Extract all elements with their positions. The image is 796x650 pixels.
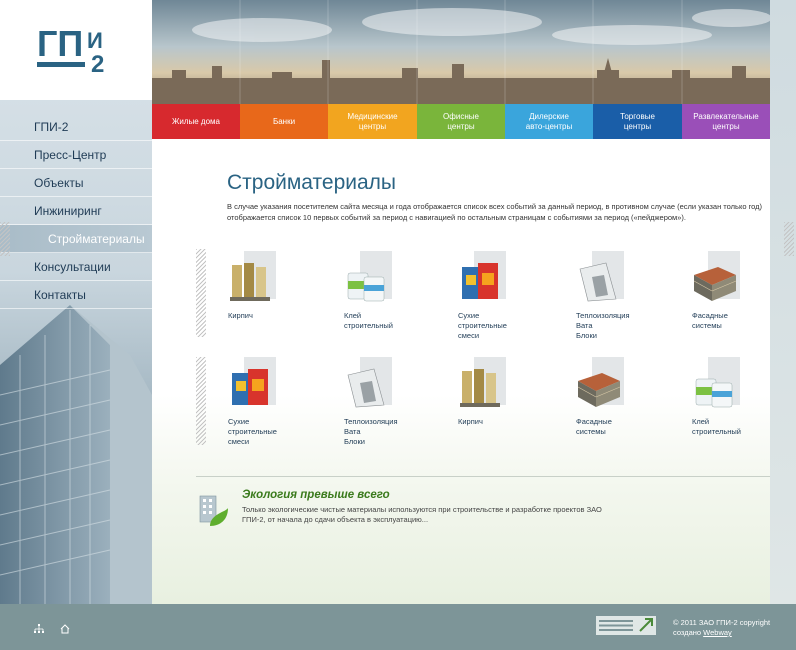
skyscraper-photo <box>0 305 152 604</box>
tab-residential[interactable]: Жилые дома <box>152 104 240 139</box>
product-name: Фасадные системы <box>692 311 728 330</box>
tab-shopping[interactable]: Торговые центры <box>593 104 682 139</box>
eco-text: Только экологические чистые материалы ис… <box>242 505 602 524</box>
intro-text: В случае указания посетителем сайта меся… <box>227 202 763 222</box>
category-nav: Жилые дома Банки Медицинские центры Офис… <box>152 104 770 139</box>
product-name: Клей строительный <box>344 311 393 330</box>
row1-left-hatch <box>196 249 206 337</box>
bricks-icon <box>693 267 737 301</box>
product-name: Фасадные системы <box>576 417 612 436</box>
sidebar-menu: ГПИ-2 Пресс-Центр Объекты Инжиниринг Стр… <box>0 113 152 309</box>
insulation-icon <box>579 262 617 302</box>
home-icon[interactable] <box>60 624 70 634</box>
product-card[interactable]: Кирпич <box>458 357 548 427</box>
scroll-left-handle[interactable] <box>0 222 10 256</box>
main-content: Стройматериалы В случае указания посетит… <box>152 139 770 604</box>
bricks-icon <box>577 373 621 407</box>
buckets-icon <box>347 272 385 302</box>
product-name: Кирпич <box>458 417 483 426</box>
rolls-icon <box>460 369 500 407</box>
page-title: Стройматериалы <box>227 171 397 194</box>
scroll-right-handle[interactable] <box>784 222 794 256</box>
product-card[interactable]: Клей строительный <box>692 357 782 437</box>
row2-left-hatch <box>196 357 206 445</box>
product-name: Сухие строительные смеси <box>228 417 277 446</box>
product-name: Сухие строительные смеси <box>458 311 507 340</box>
bags-icon <box>462 263 498 299</box>
product-card[interactable]: Теплоизоляция Вата Блоки <box>576 251 666 341</box>
product-card[interactable]: Сухие строительные смеси <box>458 251 548 341</box>
product-card[interactable]: Теплоизоляция Вата Блоки <box>344 357 434 447</box>
left-sidebar: ГП И 2 ГПИ-2 Пресс-Центр Объекты Инжинир… <box>0 0 152 604</box>
tab-offices[interactable]: Офисные центры <box>417 104 505 139</box>
eco-building-icon <box>199 495 228 526</box>
sitemap-icon[interactable] <box>34 624 44 634</box>
logo-text-2: 2 <box>91 51 104 74</box>
product-name: Клей строительный <box>692 417 741 436</box>
divider <box>196 476 770 477</box>
product-name: Теплоизоляция Вата Блоки <box>344 417 398 446</box>
sidebar-item-objects[interactable]: Объекты <box>0 169 152 197</box>
city-skyline-photo <box>152 0 770 104</box>
logo-area: ГП И 2 <box>0 0 152 100</box>
logo-text-i: И <box>87 28 103 53</box>
webway-badge-icon[interactable] <box>596 616 656 635</box>
made-by: создано Webway <box>673 628 770 638</box>
webway-link[interactable]: Webway <box>703 628 732 637</box>
product-card[interactable]: Клей строительный <box>344 251 434 331</box>
insulation-icon <box>347 368 385 408</box>
made-by-prefix: создано <box>673 628 702 637</box>
product-name: Кирпич <box>228 311 253 320</box>
sidebar-item-building-materials[interactable]: Стройматериалы <box>0 225 152 253</box>
product-card[interactable]: Сухие строительные смеси <box>228 357 318 447</box>
sidebar-item-gpi2[interactable]: ГПИ-2 <box>0 113 152 141</box>
sidebar-item-contacts[interactable]: Контакты <box>0 281 152 309</box>
sidebar-item-press-center[interactable]: Пресс-Центр <box>0 141 152 169</box>
copyright: © 2011 ЗАО ГПИ-2 copyright создано Webwa… <box>673 618 770 638</box>
tab-banks[interactable]: Банки <box>240 104 328 139</box>
tab-medical[interactable]: Медицинские центры <box>328 104 417 139</box>
sidebar-item-consulting[interactable]: Консультации <box>0 253 152 281</box>
logo-text: ГП <box>37 26 83 64</box>
tab-entertainment[interactable]: Развлекательные центры <box>682 104 770 139</box>
eco-title[interactable]: Экология превыше всего <box>242 489 390 501</box>
sidebar-item-engineering[interactable]: Инжиниринг <box>0 197 152 225</box>
product-name: Теплоизоляция Вата Блоки <box>576 311 630 340</box>
buckets-icon <box>695 378 733 408</box>
product-card[interactable]: Фасадные системы <box>692 251 782 331</box>
bags-icon <box>232 369 268 405</box>
product-card[interactable]: Фасадные системы <box>576 357 666 437</box>
product-card[interactable]: Кирпич <box>228 251 318 321</box>
logo[interactable]: ГП И 2 <box>37 26 112 74</box>
tab-dealers[interactable]: Дилерские авто-центры <box>505 104 593 139</box>
copyright-text: © 2011 ЗАО ГПИ-2 copyright <box>673 618 771 627</box>
rolls-icon <box>230 263 270 301</box>
